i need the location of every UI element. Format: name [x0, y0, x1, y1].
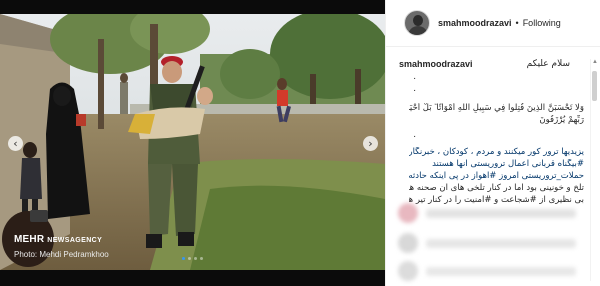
post-header: smahmoodrazavi • Following	[386, 0, 600, 47]
scroll-thumb[interactable]	[592, 71, 597, 101]
caption-line: حملات_تروریستی امروز #اهواز در پی اینکه …	[409, 171, 584, 181]
follow-status-button[interactable]: Following	[523, 18, 561, 28]
carousel-next-button[interactable]: ›	[363, 136, 378, 151]
comment-avatar	[398, 261, 418, 281]
post-photo[interactable]	[0, 14, 385, 270]
post-media[interactable]: ‹ › MEHR NEWSAGENCY Photo: Mehdi Pedramk…	[0, 0, 385, 286]
carousel-indicator	[0, 257, 385, 260]
blurred-comment	[398, 261, 576, 281]
post-sidebar: smahmoodrazavi • Following smahmoodrazav…	[385, 0, 600, 286]
caption-line: #بیگناه قربانی اعمال تروریستی آنها هستند	[432, 159, 584, 169]
caption-line: تلخ و خونینی بود اما در کنار تلخی های آن…	[409, 183, 584, 193]
caption-dot: .	[413, 83, 416, 94]
chevron-right-icon: ›	[368, 137, 373, 150]
watermark-sub: NEWSAGENCY	[47, 237, 103, 244]
bullet-separator: •	[515, 18, 519, 28]
photo-scene	[0, 14, 385, 270]
carousel-dot	[200, 257, 203, 260]
caption-username[interactable]: smahmoodrazavi	[399, 59, 473, 69]
comment-avatar	[398, 203, 418, 223]
caption-greeting: سلام علیکم	[526, 59, 570, 69]
comment-text-placeholder	[426, 266, 576, 276]
carousel-dot	[194, 257, 197, 260]
comment-text-placeholder	[426, 208, 576, 218]
comment-text-placeholder	[426, 238, 576, 248]
news-agency-watermark: MEHR NEWSAGENCY	[14, 234, 102, 245]
blurred-comment	[398, 233, 576, 253]
caption-area: smahmoodrazavi سلام علیکم . . وَلَا تَحْ…	[386, 47, 600, 286]
avatar-body-shape	[408, 26, 428, 35]
blurred-comment	[398, 203, 576, 223]
comment-avatar	[398, 233, 418, 253]
scroll-up-arrow-icon[interactable]: ▲	[592, 59, 598, 65]
caption-line: یزیدیها ترور کور میکنند و مردم ، کودکان …	[409, 147, 584, 157]
carousel-prev-button[interactable]: ‹	[8, 136, 23, 151]
carousel-dot	[182, 257, 185, 260]
caption-verse-line: وَلَا تَحْسَبَنَّ الَّذِينَ قُتِلُوا فِي…	[409, 103, 584, 113]
carousel-dot	[188, 257, 191, 260]
avatar-head-shape	[413, 15, 423, 26]
caption-dot: .	[413, 129, 416, 140]
caption-verse-line: رَبِّهِمْ يُرْزَقُونَ	[539, 115, 584, 125]
caption-dot: .	[413, 71, 416, 82]
watermark-main: MEHR	[14, 234, 45, 245]
username-link[interactable]: smahmoodrazavi	[438, 18, 512, 28]
avatar[interactable]	[404, 10, 430, 36]
chevron-left-icon: ‹	[13, 137, 18, 150]
caption-scrollbar[interactable]: ▲	[590, 59, 598, 281]
